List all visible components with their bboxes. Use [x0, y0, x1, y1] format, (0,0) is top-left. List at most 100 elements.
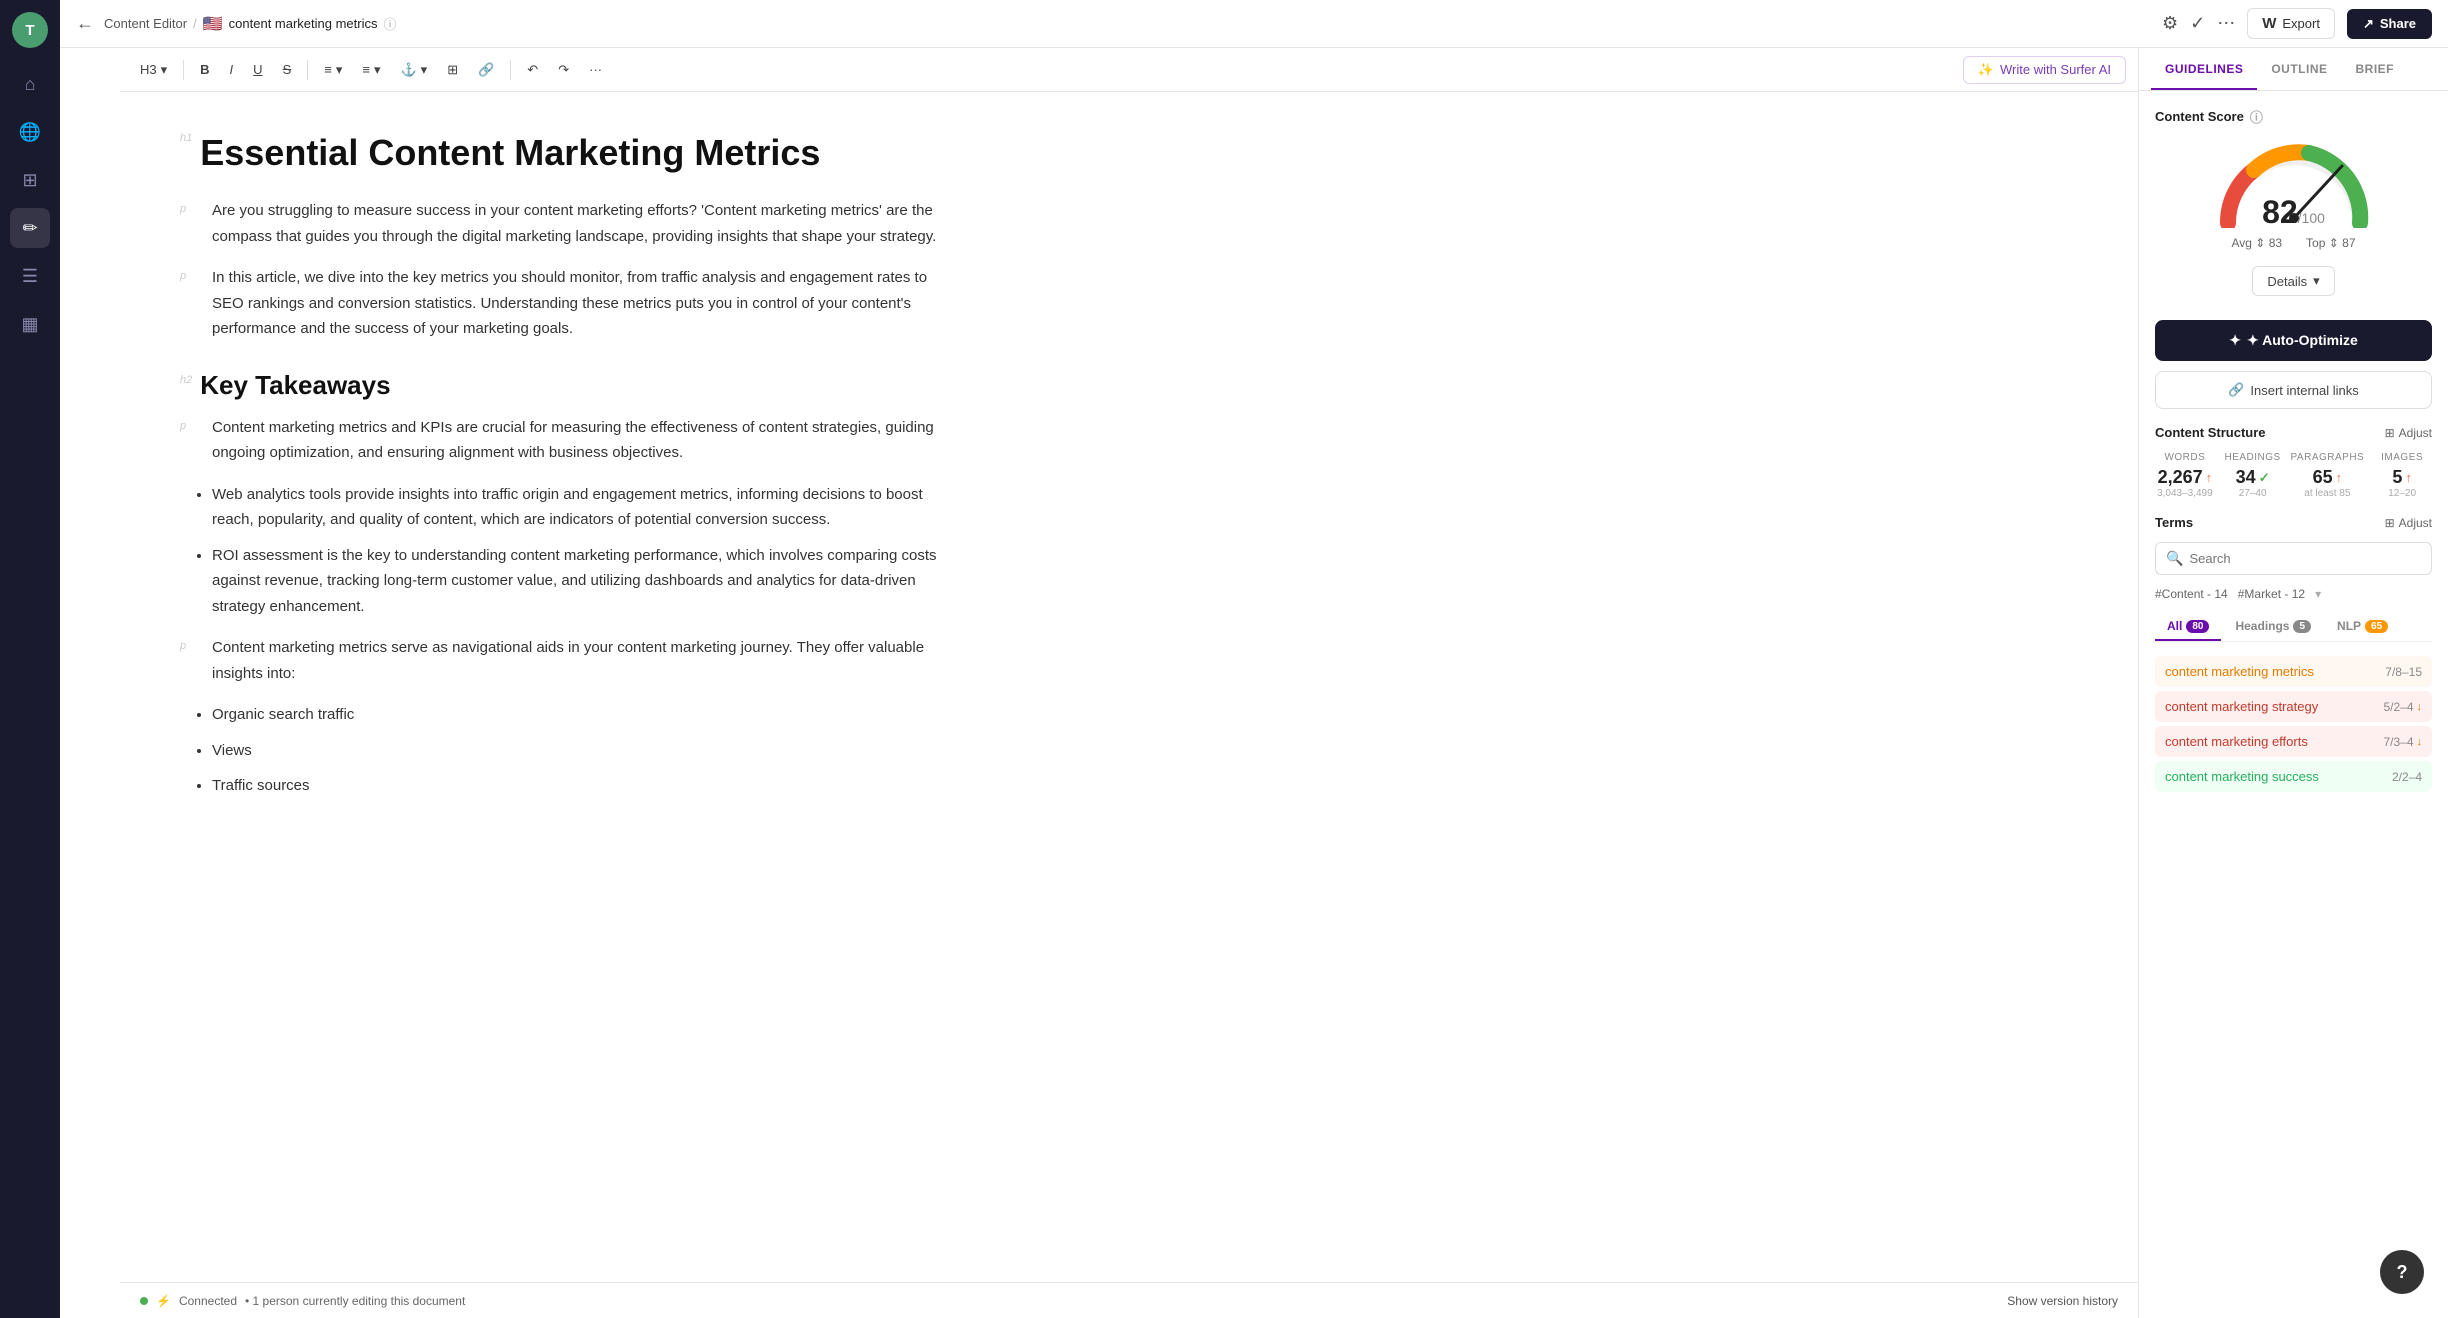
term-3-range: 7/3–4 ↓ [2383, 735, 2422, 749]
term-3-label: content marketing efforts [2165, 734, 2308, 749]
gauge-wrapper: 82/100 [2214, 138, 2374, 228]
top-label: Top ⇕ 87 [2306, 236, 2355, 250]
list-button[interactable]: ≡ ▾ [354, 58, 388, 82]
details-button[interactable]: Details ▾ [2252, 266, 2334, 296]
toolbar-divider-1 [183, 60, 184, 80]
search-input[interactable] [2189, 551, 2421, 566]
term-4-label: content marketing success [2165, 769, 2319, 784]
headings-check: ✓ [2259, 470, 2270, 486]
filter-tab-headings[interactable]: Headings 5 [2223, 613, 2323, 641]
sidebar-item-home[interactable]: ⌂ [10, 64, 50, 104]
sidebar-item-grid[interactable]: ⊞ [10, 160, 50, 200]
term-1-range: 7/8–15 [2385, 665, 2422, 679]
toolbar-divider-3 [510, 60, 511, 80]
images-item: IMAGES 5 ↑ 12–20 [2372, 452, 2432, 499]
more-toolbar-button[interactable]: ··· [581, 58, 610, 81]
editor-wrapper: H3 ▾ B I U S ≡ ▾ ≡ ▾ ⚓ ▾ ⊞ 🔗 ↶ ↷ ··· [120, 48, 2138, 1318]
show-history-button[interactable]: Show version history [2007, 1294, 2118, 1308]
link-button[interactable]: ⚓ ▾ [392, 58, 435, 82]
term-item-1[interactable]: content marketing metrics 7/8–15 [2155, 656, 2432, 687]
internal-links-label: Insert internal links [2250, 383, 2358, 398]
check-button[interactable]: ✓ [2190, 13, 2205, 34]
heading-dropdown[interactable]: H3 ▾ [132, 58, 175, 82]
breadcrumb-editor[interactable]: Content Editor [104, 16, 187, 31]
sidebar-item-editor[interactable]: ✏ [10, 208, 50, 248]
score-info-icon[interactable]: ⓘ [2250, 107, 2263, 126]
term-3-arrow: ↓ [2417, 736, 2423, 748]
tab-guidelines[interactable]: GUIDELINES [2151, 48, 2257, 90]
sidebar-item-chart[interactable]: ▦ [10, 304, 50, 344]
market-tag[interactable]: #Market - 12 [2238, 587, 2305, 601]
toolbar-divider-2 [307, 60, 308, 80]
filter-nlp-label: NLP [2337, 619, 2361, 633]
align-button[interactable]: ≡ ▾ [316, 58, 350, 82]
main-area: H3 ▾ B I U S ≡ ▾ ≡ ▾ ⚓ ▾ ⊞ 🔗 ↶ ↷ ··· [120, 48, 2448, 1318]
link-icon: 🔗 [2228, 382, 2244, 398]
terms-adjust-icon: ⊞ [2385, 516, 2395, 530]
write-ai-label: Write with Surfer AI [2000, 62, 2111, 77]
content-tag[interactable]: #Content - 14 [2155, 587, 2228, 601]
undo-button[interactable]: ↶ [519, 58, 546, 82]
terms-adjust-label: Adjust [2399, 516, 2432, 530]
wp-icon: W [2262, 15, 2276, 32]
breadcrumb-flag: 🇺🇸 [203, 14, 223, 34]
link-chevron: ▾ [421, 62, 428, 78]
filter-tab-all[interactable]: All 80 [2155, 613, 2221, 641]
left-sidebar: T ⌂ 🌐 ⊞ ✏ ☰ ▦ [0, 0, 60, 1318]
redo-button[interactable]: ↷ [550, 58, 577, 82]
insert-link-button[interactable]: 🔗 [470, 58, 502, 82]
details-label: Details [2267, 274, 2307, 289]
auto-optimize-button[interactable]: ✦ ✦ Auto-Optimize [2155, 320, 2432, 361]
underline-button[interactable]: U [245, 58, 270, 81]
content-tags: #Content - 14 #Market - 12 ▾ [2155, 587, 2432, 601]
search-icon: 🔍 [2166, 550, 2183, 567]
filter-tabs: All 80 Headings 5 NLP 65 [2155, 613, 2432, 642]
strike-button[interactable]: S [275, 58, 300, 81]
terms-adjust[interactable]: ⊞ Adjust [2385, 516, 2432, 530]
p4-tag: p [180, 635, 204, 656]
term-item-3[interactable]: content marketing efforts 7/3–4 ↓ [2155, 726, 2432, 757]
score-gauge: 82/100 Avg ⇕ 83 Top ⇕ 87 [2155, 138, 2432, 250]
paragraph-1: p Are you struggling to measure success … [180, 198, 940, 249]
h1-tag: h1 [180, 132, 192, 144]
paragraphs-label: PARAGRAPHS [2291, 452, 2365, 463]
avatar[interactable]: T [12, 12, 48, 48]
p2-tag: p [180, 265, 204, 286]
bullet-list-1: Web analytics tools provide insights int… [212, 482, 940, 620]
tab-brief[interactable]: BRIEF [2342, 48, 2409, 90]
paragraph-2: p In this article, we dive into the key … [180, 265, 940, 342]
term-item-4[interactable]: content marketing success 2/2–4 [2155, 761, 2432, 792]
details-chevron: ▾ [2313, 273, 2320, 289]
panel-tabs: GUIDELINES OUTLINE BRIEF [2139, 48, 2448, 91]
write-ai-button[interactable]: ✨ Write with Surfer AI [1963, 56, 2126, 84]
share-button[interactable]: ↗ Share [2347, 9, 2432, 39]
term-item-2[interactable]: content marketing strategy 5/2–4 ↓ [2155, 691, 2432, 722]
content-structure-adjust[interactable]: ⊞ Adjust [2385, 426, 2432, 440]
back-button[interactable]: ← [76, 13, 94, 34]
bold-button[interactable]: B [192, 58, 217, 81]
connection-dot [140, 1297, 148, 1305]
italic-button[interactable]: I [222, 58, 242, 81]
tab-outline[interactable]: OUTLINE [2257, 48, 2341, 90]
filter-tab-nlp[interactable]: NLP 65 [2325, 613, 2400, 641]
score-main: 82 [2262, 194, 2298, 228]
settings-button[interactable]: ⚙ [2162, 13, 2178, 34]
editing-text: • 1 person currently editing this docume… [245, 1294, 465, 1308]
tags-chevron[interactable]: ▾ [2315, 587, 2321, 601]
internal-links-button[interactable]: 🔗 Insert internal links [2155, 371, 2432, 409]
insert-button[interactable]: ⊞ [439, 58, 466, 82]
paragraphs-item: PARAGRAPHS 65 ↑ at least 85 [2291, 452, 2365, 499]
export-button[interactable]: W Export [2247, 8, 2335, 39]
sidebar-item-globe[interactable]: 🌐 [10, 112, 50, 152]
help-button[interactable]: ? [2380, 1250, 2424, 1294]
sidebar-item-list[interactable]: ☰ [10, 256, 50, 296]
score-header: Content Score ⓘ [2155, 107, 2432, 126]
filter-all-badge: 80 [2186, 620, 2209, 633]
words-label: WORDS [2155, 452, 2215, 463]
editor-content[interactable]: h1 Essential Content Marketing Metrics p… [120, 92, 1020, 1282]
export-label: Export [2282, 16, 2320, 31]
more-button[interactable]: ⋯ [2217, 13, 2235, 34]
h2-tag: h2 [180, 370, 192, 386]
search-box: 🔍 [2155, 542, 2432, 575]
breadcrumb-info-icon[interactable]: ⓘ [384, 14, 397, 33]
